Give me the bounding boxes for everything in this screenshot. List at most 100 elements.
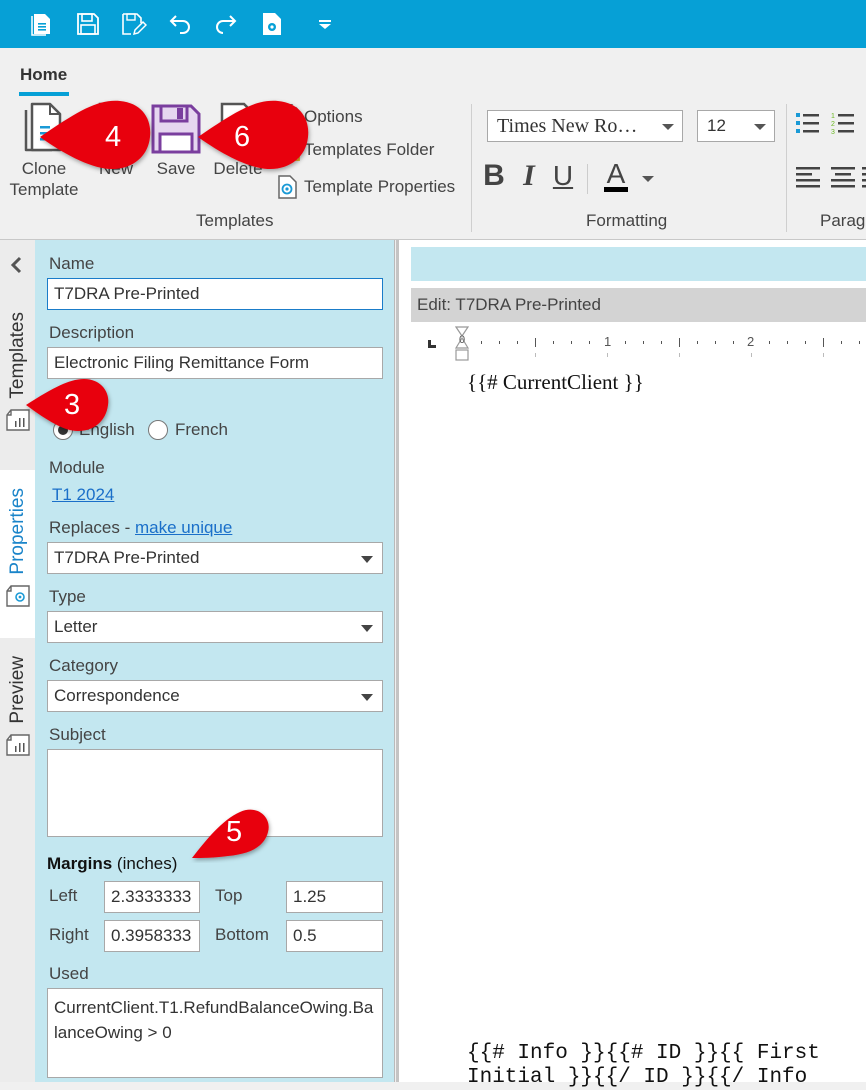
document-bottom-line-2: Initial }}{{/ ID }}{{/ Info	[467, 1066, 808, 1089]
ruler-tick	[481, 341, 482, 344]
category-select[interactable]: Correspondence	[47, 680, 383, 712]
customize-toolbar-button[interactable]	[309, 8, 341, 40]
ruler-tick	[715, 341, 716, 344]
ruler-tick	[787, 341, 788, 344]
chart-document-icon	[5, 733, 30, 756]
ruler-minor-tick	[607, 353, 608, 357]
ruler-tick	[535, 338, 536, 347]
document-icon	[31, 14, 50, 36]
template-properties-label: Template Properties	[304, 177, 456, 196]
new-document-button[interactable]	[26, 8, 58, 40]
margin-right-label: Right	[49, 925, 89, 944]
group-separator	[471, 104, 472, 232]
collapse-panel-button[interactable]	[9, 254, 23, 280]
type-select[interactable]: Letter	[47, 611, 383, 643]
bold-button[interactable]: B	[481, 158, 507, 194]
align-center-button[interactable]	[830, 164, 856, 195]
side-tab-preview-label: Preview	[6, 656, 28, 724]
side-tab-properties[interactable]: Properties	[0, 470, 35, 638]
ruler-tick	[697, 341, 698, 344]
replaces-select[interactable]: T7DRA Pre-Printed	[47, 542, 383, 574]
ruler-label-1: 1	[604, 334, 612, 349]
font-color-swatch	[604, 186, 628, 192]
template-properties-button[interactable]: Template Properties	[274, 174, 455, 200]
ruler-tick	[589, 341, 590, 344]
italic-button[interactable]: I	[517, 158, 541, 194]
side-tab-properties-label: Properties	[6, 488, 28, 575]
margin-bottom-input[interactable]: 0.5	[286, 920, 383, 952]
replaces-label: Replaces - make unique	[49, 518, 232, 538]
ruler-label-2: 2	[747, 334, 755, 349]
name-label: Name	[49, 254, 95, 273]
align-left-button[interactable]	[795, 164, 821, 195]
numbered-list-button[interactable]: 123	[830, 110, 856, 141]
underline-icon: U	[552, 160, 574, 191]
annotation-number-3: 3	[64, 389, 81, 421]
document-settings-button[interactable]	[256, 8, 288, 40]
margin-top-label: Top	[215, 886, 243, 905]
chevron-down-icon	[361, 625, 373, 632]
document-line-current-client[interactable]: {{# CurrentClient }}	[467, 370, 644, 395]
annotation-callout-6: 6	[196, 97, 316, 177]
annotation-callout-4: 4	[38, 97, 158, 177]
align-right-button[interactable]	[862, 164, 866, 195]
gear-document-icon	[5, 584, 30, 607]
margin-right-input[interactable]: 0.3958333	[104, 920, 200, 952]
undo-button[interactable]	[164, 8, 196, 40]
margins-unit: (inches)	[116, 854, 178, 873]
annotation-callout-3: 3	[24, 375, 144, 455]
save-icon	[77, 13, 99, 35]
formatting-group-label: Formatting	[586, 211, 668, 230]
category-value: Correspondence	[54, 686, 180, 705]
format-divider	[587, 164, 588, 194]
svg-text:2: 2	[831, 121, 835, 128]
tab-stop-icon[interactable]	[428, 340, 436, 348]
module-label: Module	[49, 458, 105, 477]
margins-label: Margins	[47, 854, 113, 873]
editor-toolbar-strip	[411, 247, 866, 281]
used-label: Used	[49, 964, 89, 983]
document-bottom-text[interactable]: {{# Info }}{{# ID }}{{ First Initial }}{…	[467, 1042, 820, 1090]
name-input[interactable]: T7DRA Pre-Printed	[47, 278, 383, 310]
font-family-value: Times New Ro…	[497, 114, 638, 137]
ruler-tick	[805, 341, 806, 344]
clone-template-label-2: Template	[9, 180, 79, 199]
margin-left-label: Left	[49, 886, 78, 905]
font-color-button[interactable]: A	[601, 158, 631, 194]
chevron-down-icon	[754, 124, 766, 130]
properties-panel: Name T7DRA Pre-Printed Description Elect…	[35, 240, 395, 1082]
document-bottom-line-1: {{# Info }}{{# ID }}{{ First	[467, 1042, 820, 1065]
used-textarea[interactable]: CurrentClient.T1.RefundBalanceOwing.Bala…	[47, 988, 383, 1078]
ruler-minor-tick	[751, 353, 752, 357]
ruler-label-0: 0	[459, 334, 466, 346]
make-unique-link[interactable]: make unique	[135, 518, 232, 537]
editor-panel: Edit: T7DRA Pre-Printed 0 1 2 {{# Curren…	[396, 240, 866, 1089]
tab-active-indicator	[19, 92, 69, 96]
save-as-button[interactable]	[118, 8, 150, 40]
type-label: Type	[49, 587, 86, 606]
language-radio-french[interactable]	[148, 420, 168, 440]
ruler[interactable]: 0 1 2	[411, 326, 866, 366]
redo-button[interactable]	[210, 8, 242, 40]
side-tab-preview[interactable]: Preview	[0, 656, 35, 766]
font-family-select[interactable]: Times New Ro…	[487, 110, 683, 142]
ruler-tick	[553, 341, 554, 344]
bullet-list-button[interactable]	[795, 110, 821, 141]
document-gear-icon	[263, 13, 281, 35]
bullet-list-icon	[796, 113, 819, 133]
font-size-select[interactable]: 12	[697, 110, 775, 142]
chevron-left-icon	[10, 256, 22, 274]
margin-left-input[interactable]: 2.3333333	[104, 881, 200, 913]
annotation-number-6: 6	[234, 121, 251, 153]
bold-icon: B	[483, 159, 505, 192]
quick-access-toolbar	[0, 0, 866, 48]
save-button-qat[interactable]	[72, 8, 104, 40]
document-gear-icon	[278, 175, 297, 199]
underline-button[interactable]: U	[550, 158, 576, 194]
annotation-number-5: 5	[226, 816, 243, 848]
tab-home[interactable]: Home	[20, 65, 67, 85]
font-color-dropdown-icon[interactable]	[642, 176, 654, 182]
module-link[interactable]: T1 2024	[52, 485, 114, 505]
ruler-tick	[517, 341, 518, 344]
ruler-tick	[859, 341, 860, 344]
